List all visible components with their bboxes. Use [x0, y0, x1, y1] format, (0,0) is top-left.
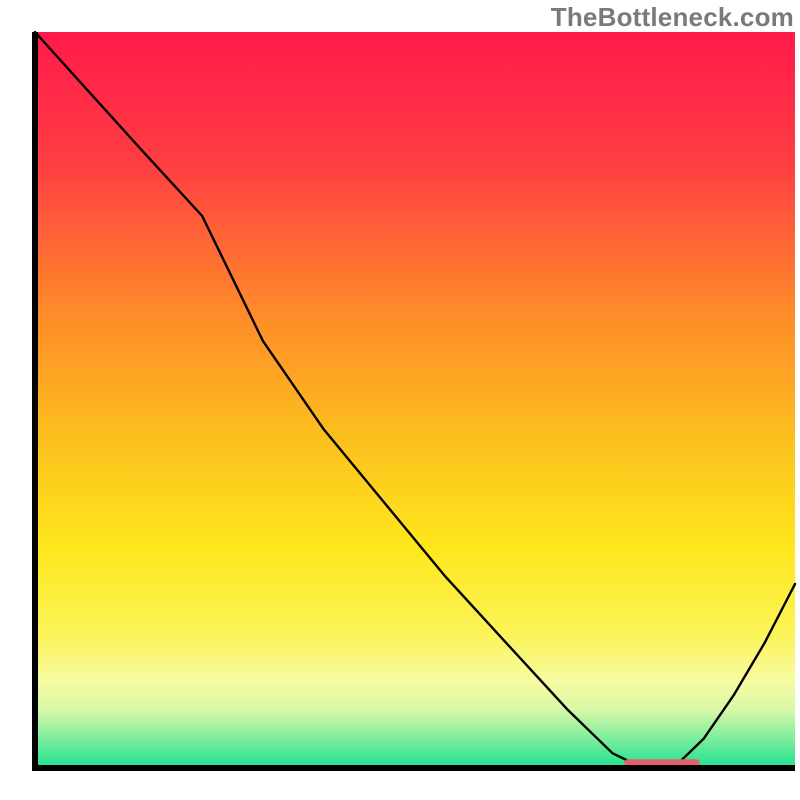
watermark-text: TheBottleneck.com: [551, 2, 794, 33]
bottleneck-chart: [0, 0, 800, 800]
plot-gradient-background: [35, 32, 795, 768]
